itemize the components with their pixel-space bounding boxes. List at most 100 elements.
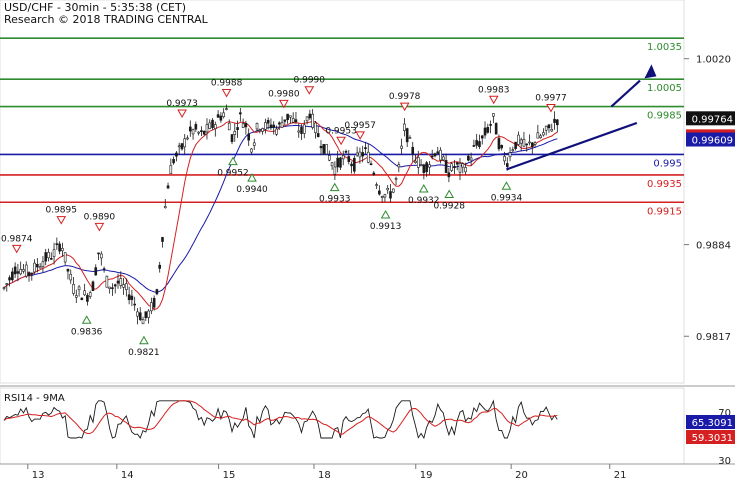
candle-body-67 — [188, 126, 192, 132]
candle-body-195 — [544, 125, 548, 131]
price-tick-label-0: 1.0020 — [696, 55, 731, 66]
time-axis: 13 14 15 18 19 20 21 — [27, 464, 626, 481]
candle-body-187 — [522, 139, 526, 147]
candle-body-140 — [391, 188, 395, 193]
candle-body-2 — [8, 277, 11, 281]
candle-body-179 — [500, 144, 504, 149]
candle-body-186 — [519, 139, 523, 144]
candle-body-28 — [80, 297, 84, 301]
candle-body-159 — [444, 160, 448, 173]
candle-body-43 — [122, 284, 125, 288]
candle-body-76 — [214, 124, 217, 129]
candle-body-146 — [408, 137, 412, 139]
swing-high-label-9: 0.9978 — [389, 92, 421, 102]
swing-low-label-3: 0.9940 — [236, 185, 268, 195]
candle-body-154 — [430, 155, 434, 158]
rsi-panel-title: RSI14 - 9MA — [4, 393, 65, 404]
candle-body-8 — [24, 264, 28, 277]
candle-body-21 — [61, 248, 64, 252]
candle-body-126 — [353, 157, 356, 172]
candle-body-189 — [528, 141, 531, 144]
candle-body-34 — [97, 252, 100, 255]
candle-body-75 — [211, 119, 214, 128]
candle-body-63 — [177, 145, 181, 148]
candle-body-66 — [186, 137, 189, 140]
candle-body-86 — [241, 123, 245, 128]
candle-body-144 — [403, 123, 406, 131]
candle-body-102 — [286, 113, 289, 120]
candle-body-65 — [183, 138, 187, 148]
candle-body-87 — [244, 123, 248, 128]
candle-body-119 — [333, 166, 337, 175]
candle-body-174 — [486, 127, 490, 133]
candle-body-198 — [553, 118, 556, 123]
candle-body-29 — [83, 290, 86, 296]
time-tick-label-2: 15 — [223, 470, 236, 480]
candle-body-110 — [308, 113, 312, 119]
candle-body-42 — [119, 278, 123, 286]
candle-body-90 — [252, 142, 256, 146]
candle-body-99 — [277, 122, 281, 125]
candle-body-78 — [219, 115, 223, 121]
candle-body-47 — [133, 303, 136, 306]
candle-body-190 — [530, 142, 534, 148]
candle-body-40 — [113, 284, 117, 287]
candle-body-180 — [503, 156, 506, 162]
candle-body-196 — [547, 124, 551, 129]
candle-body-26 — [74, 295, 78, 298]
swing-high-label-5: 0.9980 — [268, 89, 300, 99]
candle-body-116 — [325, 144, 328, 155]
price-tick-label-2: 0.9817 — [696, 332, 731, 343]
candle-body-103 — [289, 115, 292, 118]
candle-body-163 — [455, 162, 459, 165]
candle-body-0 — [2, 287, 6, 289]
candle-body-166 — [464, 167, 467, 173]
swing-high-label-8: 0.9957 — [344, 121, 376, 131]
candle-body-14 — [41, 261, 45, 268]
candle-body-17 — [49, 258, 53, 260]
candle-body-133 — [372, 172, 376, 175]
candle-body-108 — [302, 124, 306, 134]
ma-slow-value-badge: 0.99609 — [692, 135, 733, 146]
candle-body-107 — [300, 127, 303, 134]
candle-body-38 — [108, 286, 111, 289]
candle-body-11 — [33, 262, 36, 273]
candle-body-10 — [30, 272, 34, 275]
time-tick-label-5: 20 — [515, 470, 528, 480]
candle-body-197 — [550, 129, 554, 132]
swing-low-label-4: 0.9933 — [319, 195, 351, 205]
swing-high-label-3: 0.9973 — [166, 99, 198, 109]
candle-body-35 — [100, 253, 103, 259]
candle-body-184 — [514, 141, 517, 149]
candle-body-165 — [461, 163, 465, 168]
swing-high-label-4: 0.9988 — [211, 78, 243, 88]
candle-body-27 — [77, 286, 81, 291]
candle-body-191 — [533, 142, 537, 145]
candle-body-148 — [414, 160, 417, 163]
candle-body-172 — [480, 135, 484, 139]
level-label-2: 0.9985 — [647, 111, 682, 122]
candle-body-20 — [58, 243, 61, 252]
candle-body-98 — [275, 128, 278, 135]
candle-body-157 — [439, 149, 442, 161]
candle-body-170 — [475, 140, 478, 146]
rsi-ma-badge: 59.3031 — [692, 433, 733, 444]
candle-body-193 — [539, 135, 542, 138]
candle-body-23 — [66, 268, 70, 272]
candle-body-49 — [138, 312, 142, 320]
candle-body-147 — [411, 146, 415, 155]
candle-body-145 — [405, 128, 409, 143]
swing-high-label-2: 0.9890 — [84, 212, 116, 222]
candle-body-70 — [197, 131, 200, 134]
candle-body-33 — [94, 267, 98, 276]
chart-stage: 1.0035 1.0005 0.9985 0.995 0.9935 0.9915 0.98… — [0, 0, 735, 481]
swing-high-label-1: 0.9895 — [45, 206, 77, 216]
candle-body-95 — [266, 119, 270, 124]
candle-body-18 — [52, 249, 56, 257]
candle-body-115 — [322, 144, 326, 154]
candle-body-122 — [341, 155, 345, 160]
candle-body-80 — [225, 108, 228, 110]
candle-body-132 — [369, 163, 373, 166]
candle-body-158 — [442, 156, 445, 161]
candle-body-55 — [155, 289, 159, 295]
